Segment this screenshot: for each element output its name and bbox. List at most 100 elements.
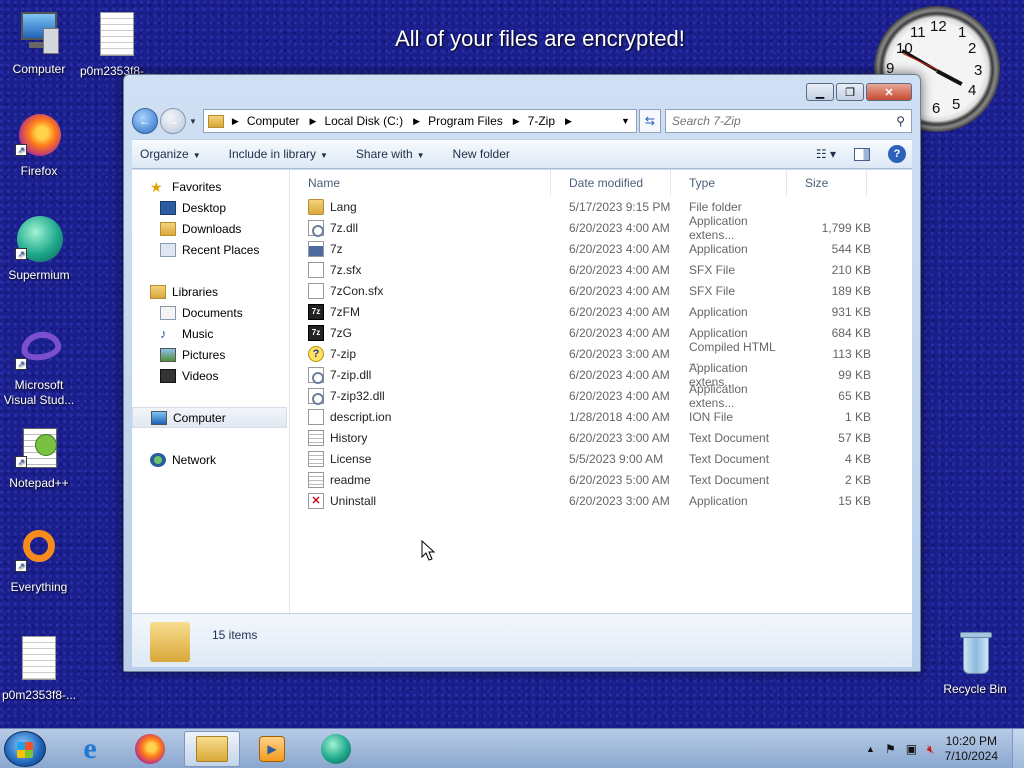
ransom-banner: All of your files are encrypted! xyxy=(395,26,685,51)
close-button[interactable]: ✕ xyxy=(866,83,912,101)
file-row[interactable]: descript.ion 1/28/2018 4:00 AM ION File 1 K… xyxy=(290,406,912,427)
column-header-size[interactable]: Size xyxy=(787,169,867,196)
desktop-icon-document-1[interactable]: p0m2353f8-... xyxy=(78,10,156,79)
star-icon: ★ xyxy=(150,178,163,195)
show-hidden-icons[interactable]: ▲ xyxy=(866,744,875,754)
start-button[interactable] xyxy=(4,731,46,767)
nav-downloads[interactable]: Downloads xyxy=(132,218,289,239)
file-row[interactable]: 7z.dll 6/20/2023 4:00 AM Application exten… xyxy=(290,214,912,242)
nav-documents[interactable]: Documents xyxy=(132,302,289,323)
new-folder-button[interactable]: New folder xyxy=(453,147,510,161)
file-row[interactable]: Lang 5/17/2023 9:15 PM File folder xyxy=(290,196,912,217)
file-row[interactable]: History 6/20/2023 3:00 AM Text Document 57 … xyxy=(290,427,912,448)
file-row[interactable]: 7z 7zG 6/20/2023 4:00 AM Application 684 KB xyxy=(290,322,912,343)
nav-videos[interactable]: Videos xyxy=(132,365,289,386)
network-tray-icon[interactable]: ▣ xyxy=(906,742,917,756)
file-row[interactable]: 7-zip.dll 6/20/2023 4:00 AM Application ex… xyxy=(290,361,912,389)
chevron-right-icon[interactable]: ▶ xyxy=(232,116,239,127)
nav-network[interactable]: Network xyxy=(132,449,289,470)
desktop-icon-everything[interactable]: ↗ Everything xyxy=(0,528,78,595)
file-name-cell: 7-zip32.dll xyxy=(290,387,551,405)
address-row: ← → ▼ ▶ Computer ▶ Local Disk (C:) ▶ Pro… xyxy=(132,107,912,135)
file-row[interactable]: 7z.sfx 6/20/2023 4:00 AM SFX File 210 KB xyxy=(290,259,912,280)
file-row[interactable]: 7zCon.sfx 6/20/2023 4:00 AM SFX File 189 KB xyxy=(290,280,912,301)
breadcrumb-7zip[interactable]: 7-Zip xyxy=(528,114,555,128)
share-with-button[interactable]: Share with ▼ xyxy=(356,147,425,161)
include-in-library-button[interactable]: Include in library ▼ xyxy=(229,147,328,161)
file-row[interactable]: ? 7-zip 6/20/2023 3:00 AM Compiled HTML ...… xyxy=(290,340,912,368)
breadcrumb-computer[interactable]: Computer xyxy=(247,114,300,128)
desktop-icon-visual-studio[interactable]: ↗ Microsoft Visual Stud... xyxy=(0,326,78,408)
taskbar-internet-explorer[interactable]: e xyxy=(62,731,118,767)
column-header-date[interactable]: Date modified xyxy=(551,169,671,196)
file-type: SFX File xyxy=(689,283,736,298)
file-date: 1/28/2018 4:00 AM xyxy=(569,409,670,424)
column-header-name[interactable]: Name xyxy=(290,169,551,196)
nav-favorites[interactable]: ★ Favorites xyxy=(132,176,289,197)
breadcrumb-local-disk[interactable]: Local Disk (C:) xyxy=(324,114,403,128)
file-row[interactable]: 7z 7zFM 6/20/2023 4:00 AM Application 931 KB xyxy=(290,301,912,322)
show-desktop-button[interactable] xyxy=(1012,729,1024,768)
file-type: Application xyxy=(689,241,748,256)
address-dropdown-icon[interactable]: ▼ xyxy=(621,116,630,126)
file-name: readme xyxy=(330,472,371,487)
file-row[interactable]: readme 6/20/2023 5:00 AM Text Document 2 KB xyxy=(290,469,912,490)
volume-muted-icon[interactable]: 🔇︎ xyxy=(927,742,935,757)
tray-clock[interactable]: 10:20 PM 7/10/2024 xyxy=(945,734,998,764)
chevron-right-icon[interactable]: ▶ xyxy=(513,116,520,127)
file-type: Text Document xyxy=(689,430,770,445)
file-row[interactable]: ✕ Uninstall 6/20/2023 3:00 AM Application 15… xyxy=(290,490,912,511)
view-options-icon[interactable]: ☷ ▾ xyxy=(816,147,836,161)
file-row[interactable]: 7-zip32.dll 6/20/2023 4:00 AM Application … xyxy=(290,382,912,410)
file-row[interactable]: License 5/5/2023 9:00 AM Text Document 4 KB xyxy=(290,448,912,469)
desktop-icon-label: Computer xyxy=(12,62,66,76)
forward-button[interactable]: → xyxy=(160,108,186,134)
column-header-type[interactable]: Type xyxy=(671,169,787,196)
preview-pane-icon[interactable] xyxy=(854,147,870,161)
taskbar-firefox[interactable] xyxy=(122,731,178,767)
refresh-icon: ⇆ xyxy=(644,114,655,128)
command-bar: Organize ▼ Include in library ▼ Share with… xyxy=(132,139,912,169)
help-icon[interactable]: ? xyxy=(888,145,906,163)
navigation-pane[interactable]: ★ Favorites Desktop Downloads Recent Plac… xyxy=(132,170,290,613)
item-count: 15 items xyxy=(212,628,258,642)
chevron-right-icon[interactable]: ▶ xyxy=(413,116,420,127)
nav-desktop[interactable]: Desktop xyxy=(132,197,289,218)
chevron-right-icon[interactable]: ▶ xyxy=(565,116,572,127)
nav-computer[interactable]: Computer xyxy=(132,407,287,428)
taskbar-explorer[interactable] xyxy=(184,731,240,767)
visual-studio-icon: ↗ xyxy=(15,326,64,374)
address-bar[interactable]: ▶ Computer ▶ Local Disk (C:) ▶ Program F… xyxy=(202,109,637,133)
maximize-button[interactable]: ❐ xyxy=(836,83,864,101)
application-icon xyxy=(308,240,324,257)
file-type: Text Document xyxy=(689,472,770,487)
file-rows: Lang 5/17/2023 9:15 PM File folder 7z.dll 6/… xyxy=(290,196,912,511)
desktop-icon-computer[interactable]: Computer xyxy=(0,10,78,77)
taskbar-media-player[interactable]: ▶ xyxy=(244,731,300,767)
file-row[interactable]: 7z 6/20/2023 4:00 AM Application 544 KB xyxy=(290,238,912,259)
file-list[interactable]: Name Date modified Type Size Lang 5/17/20… xyxy=(290,169,912,613)
desktop-icon-recycle-bin[interactable]: Recycle Bin xyxy=(936,630,1014,697)
desktop-icon-supermium[interactable]: ↗ Supermium xyxy=(0,216,78,283)
nav-music[interactable]: ♪ Music xyxy=(132,323,289,344)
recent-pages-dropdown[interactable]: ▼ xyxy=(189,117,197,126)
nav-recent-places[interactable]: Recent Places xyxy=(132,239,289,260)
search-box[interactable]: ⚲ xyxy=(664,109,912,133)
desktop-icon-notepadpp[interactable]: ↗ Notepad++ xyxy=(0,424,78,491)
desktop-icon-firefox[interactable]: ↗ Firefox xyxy=(0,112,78,179)
nav-libraries[interactable]: Libraries xyxy=(132,281,289,302)
refresh-button[interactable]: ⇆ xyxy=(638,109,661,133)
search-icon[interactable]: ⚲ xyxy=(896,114,905,128)
desktop-icon-document-2[interactable]: p0m2353f8-... xyxy=(0,634,78,703)
nav-pictures[interactable]: Pictures xyxy=(132,344,289,365)
organize-button[interactable]: Organize ▼ xyxy=(140,147,201,161)
minimize-button[interactable]: ▁ xyxy=(806,83,834,101)
breadcrumb-program-files[interactable]: Program Files xyxy=(428,114,503,128)
search-input[interactable] xyxy=(671,114,872,128)
taskbar-supermium[interactable] xyxy=(308,731,364,767)
back-button[interactable]: ← xyxy=(132,108,158,134)
explorer-window[interactable]: ▁ ❐ ✕ ← → ▼ ▶ Computer ▶ Local Disk (C:)… xyxy=(123,74,921,672)
file-name: 7z.dll xyxy=(330,220,359,235)
chevron-right-icon[interactable]: ▶ xyxy=(310,116,317,127)
action-center-flag-icon[interactable]: ⚑ xyxy=(885,742,896,756)
